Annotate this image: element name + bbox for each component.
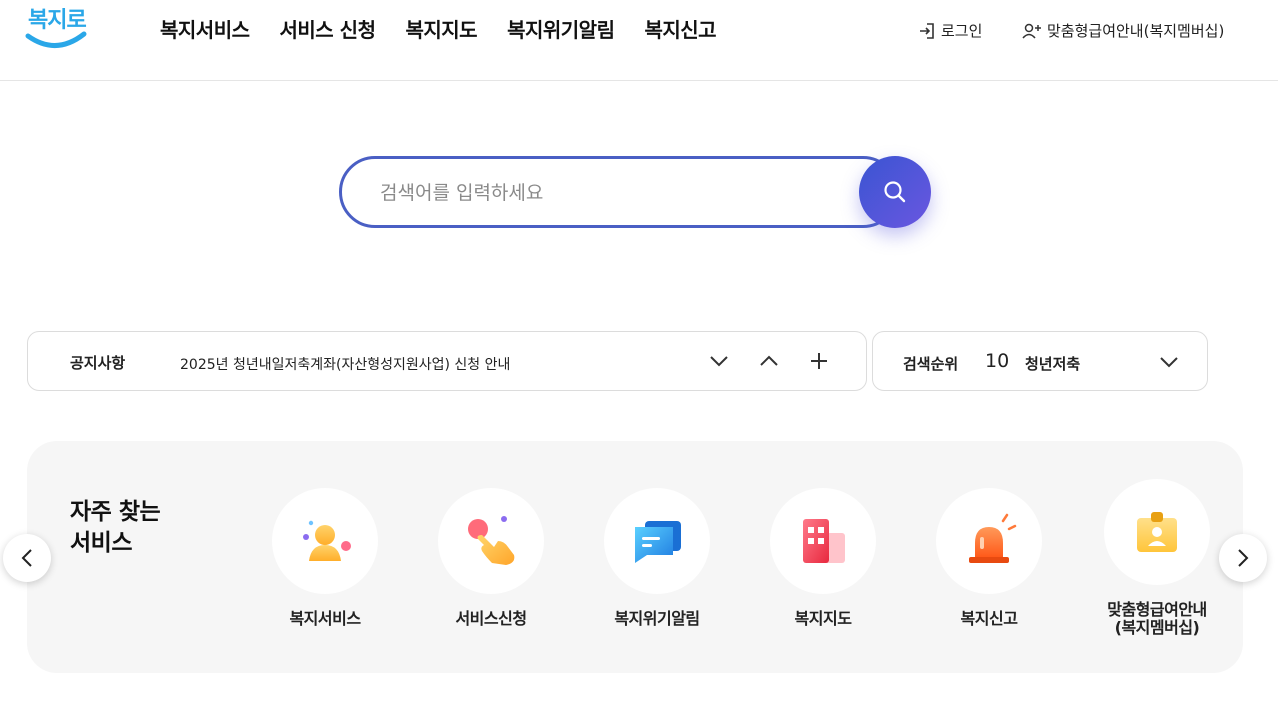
search-box — [339, 156, 899, 228]
hand-click-icon — [468, 516, 515, 565]
service-label: 복지위기알림 — [614, 609, 700, 628]
nav-crisis-alert[interactable]: 복지위기알림 — [507, 14, 615, 43]
message-icon — [635, 521, 681, 563]
service-icon-circle — [604, 488, 710, 594]
nav-service-apply[interactable]: 서비스 신청 — [280, 14, 376, 43]
login-icon — [920, 22, 934, 39]
siren-icon — [969, 513, 1017, 563]
login-link[interactable]: 로그인 — [918, 20, 982, 41]
notice-prev-button[interactable] — [754, 346, 784, 376]
plus-icon — [811, 353, 827, 369]
service-icon-circle — [1104, 479, 1210, 585]
site-logo[interactable]: 복지로 — [24, 2, 90, 52]
nav-welfare-report[interactable]: 복지신고 — [644, 14, 716, 43]
service-icon-circle — [936, 488, 1042, 594]
main-navigation: 복지서비스 서비스 신청 복지지도 복지위기알림 복지신고 — [160, 14, 717, 43]
notice-text[interactable]: 2025년 청년내일저축계좌(자산형성지원사업) 신청 안내 — [180, 354, 510, 374]
carousel-prev-button[interactable] — [3, 534, 51, 582]
service-label: 서비스신청 — [455, 609, 527, 628]
service-icon-circle — [438, 488, 544, 594]
chevron-right-icon — [1238, 549, 1249, 567]
service-welfare-report[interactable]: 복지신고 — [914, 488, 1064, 628]
nav-welfare-service[interactable]: 복지서비스 — [160, 14, 250, 43]
notice-bar: 공지사항 2025년 청년내일저축계좌(자산형성지원사업) 신청 안내 — [27, 331, 867, 391]
service-label: 복지지도 — [794, 609, 852, 628]
chevron-left-icon — [21, 549, 32, 567]
service-crisis-alert[interactable]: 복지위기알림 — [582, 488, 732, 628]
service-welfare-map[interactable]: 복지지도 — [748, 488, 898, 628]
membership-link[interactable]: 맞춤형급여안내(복지멤버십) — [1022, 20, 1224, 41]
carousel-next-button[interactable] — [1219, 534, 1267, 582]
notice-more-button[interactable] — [804, 346, 834, 376]
chevron-down-icon — [710, 356, 728, 367]
service-label: 맞춤형급여안내 (복지멤버십) — [1107, 600, 1207, 637]
service-icon-circle — [272, 488, 378, 594]
favorite-title-line2: 서비스 — [70, 530, 132, 556]
notice-next-button[interactable] — [704, 346, 734, 376]
service-label: 복지서비스 — [289, 609, 361, 628]
person-icon — [303, 520, 351, 561]
chevron-down-icon — [1160, 357, 1178, 368]
membership-label: 맞춤형급여안내(복지멤버십) — [1047, 22, 1225, 40]
user-add-icon — [1022, 23, 1041, 39]
building-map-icon — [803, 519, 845, 563]
service-icon-circle — [770, 488, 876, 594]
site-header: 복지로 복지서비스 서비스 신청 복지지도 복지위기알림 복지신고 로그인 맞춤… — [0, 0, 1278, 81]
service-label: 복지신고 — [960, 609, 1018, 628]
favorite-title-line1: 자주 찾는 — [70, 499, 161, 525]
favorite-services-panel: 자주 찾는 서비스 복지서비스 서비스신청 복지위기알림 복지지도 복지신고 맞… — [27, 441, 1243, 673]
search-button[interactable] — [859, 156, 931, 228]
id-card-icon — [1137, 512, 1177, 552]
rank-label: 검색순위 — [903, 355, 959, 373]
service-welfare[interactable]: 복지서비스 — [250, 488, 400, 628]
nav-welfare-map[interactable]: 복지지도 — [405, 14, 477, 43]
login-label: 로그인 — [941, 22, 983, 40]
logo-smile-icon — [25, 31, 87, 48]
rank-keyword[interactable]: 청년저축 — [1025, 353, 1080, 374]
search-rank-bar: 검색순위 10 청년저축 — [872, 331, 1208, 391]
rank-expand-button[interactable] — [1154, 347, 1184, 377]
service-membership[interactable]: 맞춤형급여안내 (복지멤버십) — [1082, 479, 1232, 637]
notice-label: 공지사항 — [70, 354, 126, 372]
service-apply[interactable]: 서비스신청 — [416, 488, 566, 628]
search-icon — [884, 181, 906, 203]
chevron-up-icon — [760, 355, 778, 366]
rank-number: 10 — [985, 350, 1010, 372]
search-input[interactable] — [380, 179, 850, 207]
favorite-services-title: 자주 찾는 서비스 — [70, 497, 190, 559]
